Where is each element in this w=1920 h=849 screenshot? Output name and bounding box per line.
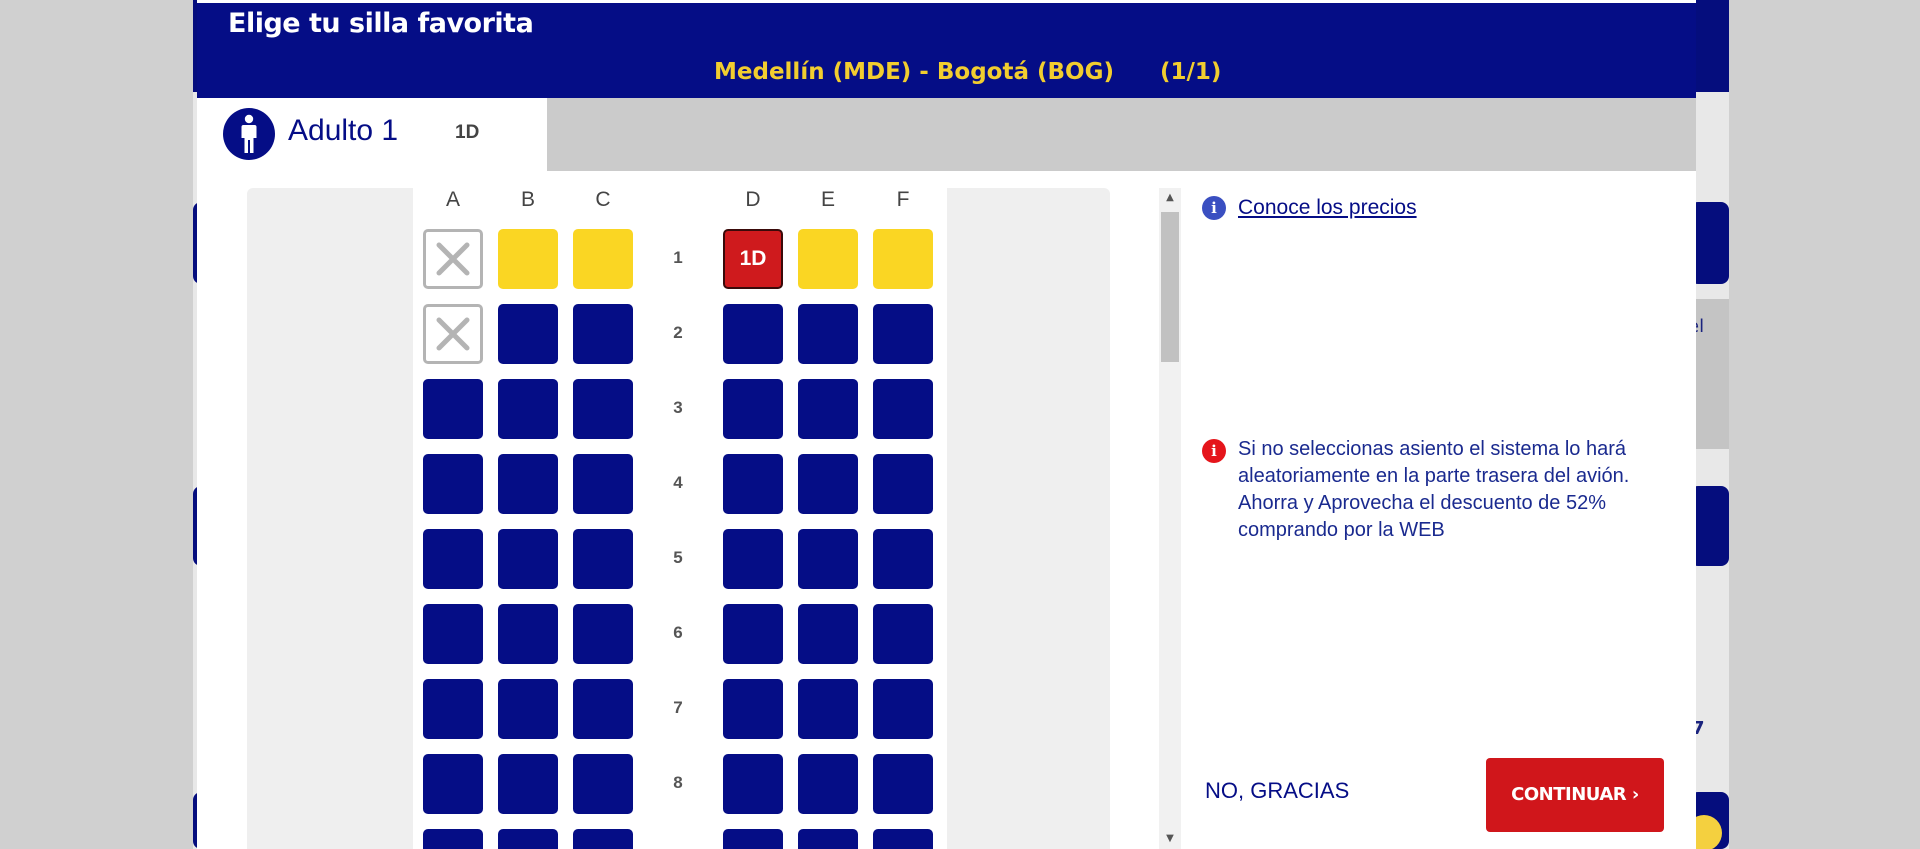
- row-number: 7: [673, 698, 683, 717]
- seat-2D[interactable]: [723, 304, 783, 364]
- seat-map-scrollbar[interactable]: ▲ ▼: [1159, 188, 1181, 849]
- modal-header: Elige tu silla favorita Medellín (MDE) -…: [197, 0, 1696, 98]
- seat-6E[interactable]: [798, 604, 858, 664]
- person-icon: [223, 108, 275, 160]
- seat-7F[interactable]: [873, 679, 933, 739]
- seat-3F[interactable]: [873, 379, 933, 439]
- route-text: Medellín (MDE) - Bogotá (BOG): [714, 59, 1114, 85]
- seat-5B[interactable]: [498, 529, 558, 589]
- route-info: Medellín (MDE) - Bogotá (BOG) (1/1): [714, 59, 1221, 85]
- seat-7E[interactable]: [798, 679, 858, 739]
- seat-1D[interactable]: 1D: [723, 229, 783, 289]
- prices-link[interactable]: Conoce los precios: [1238, 196, 1417, 220]
- seat-4A[interactable]: [423, 454, 483, 514]
- seat-3B[interactable]: [498, 379, 558, 439]
- seat-1F[interactable]: [873, 229, 933, 289]
- seat-1A: [423, 229, 483, 289]
- seat-3C[interactable]: [573, 379, 633, 439]
- column-label: B: [520, 188, 535, 211]
- row-number: 2: [673, 323, 683, 342]
- seat-6C[interactable]: [573, 604, 633, 664]
- random-seat-notice: Si no seleccionas asiento el sistema lo …: [1238, 438, 1630, 541]
- seat-3D[interactable]: [723, 379, 783, 439]
- seat-5C[interactable]: [573, 529, 633, 589]
- seat-2B[interactable]: [498, 304, 558, 364]
- row-number: 5: [673, 548, 683, 567]
- seat-8B[interactable]: [498, 754, 558, 814]
- seat-2F[interactable]: [873, 304, 933, 364]
- tab-adulto-1[interactable]: Adulto 1 1D: [197, 98, 547, 171]
- segment-count: (1/1): [1159, 59, 1222, 85]
- seat-9B[interactable]: [498, 829, 558, 849]
- seat-6F[interactable]: [873, 604, 933, 664]
- seat-9A[interactable]: [423, 829, 483, 849]
- cabin: ABCDEF11D23456789: [413, 188, 947, 849]
- row-number: 4: [673, 473, 683, 492]
- scrollbar-thumb[interactable]: [1161, 212, 1179, 362]
- seat-3A[interactable]: [423, 379, 483, 439]
- seat-7B[interactable]: [498, 679, 558, 739]
- seat-7D[interactable]: [723, 679, 783, 739]
- seat-9F[interactable]: [873, 829, 933, 849]
- seat-7A[interactable]: [423, 679, 483, 739]
- seat-3E[interactable]: [798, 379, 858, 439]
- seat-9C[interactable]: [573, 829, 633, 849]
- seat-5D[interactable]: [723, 529, 783, 589]
- seat-map: ABCDEF11D23456789: [247, 188, 1110, 849]
- no-thanks-button[interactable]: NO, GRACIAS: [1205, 778, 1349, 804]
- seat-4E[interactable]: [798, 454, 858, 514]
- seat-9E[interactable]: [798, 829, 858, 849]
- row-number: 6: [673, 623, 683, 642]
- seat-5F[interactable]: [873, 529, 933, 589]
- seat-1C[interactable]: [573, 229, 633, 289]
- row-number: 8: [673, 773, 683, 792]
- blocked-x-icon: [436, 242, 470, 276]
- passenger-name: Adulto 1: [288, 114, 399, 147]
- seat-8C[interactable]: [573, 754, 633, 814]
- seat-8E[interactable]: [798, 754, 858, 814]
- seat-4B[interactable]: [498, 454, 558, 514]
- column-label: C: [595, 188, 611, 211]
- row-number: 3: [673, 398, 683, 417]
- modal-title: Elige tu silla favorita: [228, 8, 534, 39]
- info-icon: i: [1202, 439, 1226, 463]
- seat-1E[interactable]: [798, 229, 858, 289]
- scroll-up-icon[interactable]: ▲: [1159, 188, 1181, 208]
- column-label: E: [820, 188, 835, 211]
- seat-8D[interactable]: [723, 754, 783, 814]
- passenger-seat: 1D: [455, 122, 480, 143]
- passenger-tabs: Adulto 1 1D: [197, 98, 1696, 171]
- row-number: 1: [673, 248, 683, 267]
- seat-8A[interactable]: [423, 754, 483, 814]
- seat-selection-modal: Elige tu silla favorita Medellín (MDE) -…: [197, 0, 1696, 849]
- seat-9D[interactable]: [723, 829, 783, 849]
- seat-4D[interactable]: [723, 454, 783, 514]
- seat-5A[interactable]: [423, 529, 483, 589]
- seat-8F[interactable]: [873, 754, 933, 814]
- column-label: F: [896, 188, 910, 211]
- seat-2A: [423, 304, 483, 364]
- seat-6A[interactable]: [423, 604, 483, 664]
- seat-4C[interactable]: [573, 454, 633, 514]
- column-label: D: [745, 188, 761, 211]
- seat-7C[interactable]: [573, 679, 633, 739]
- seat-2E[interactable]: [798, 304, 858, 364]
- info-icon: i: [1202, 196, 1226, 220]
- blocked-x-icon: [436, 317, 470, 351]
- seat-1B[interactable]: [498, 229, 558, 289]
- seat-2C[interactable]: [573, 304, 633, 364]
- seat-6B[interactable]: [498, 604, 558, 664]
- seat-6D[interactable]: [723, 604, 783, 664]
- column-label: A: [445, 188, 460, 211]
- continue-button[interactable]: CONTINUAR ›: [1486, 758, 1664, 832]
- seat-4F[interactable]: [873, 454, 933, 514]
- seat-5E[interactable]: [798, 529, 858, 589]
- scroll-down-icon[interactable]: ▼: [1159, 829, 1181, 849]
